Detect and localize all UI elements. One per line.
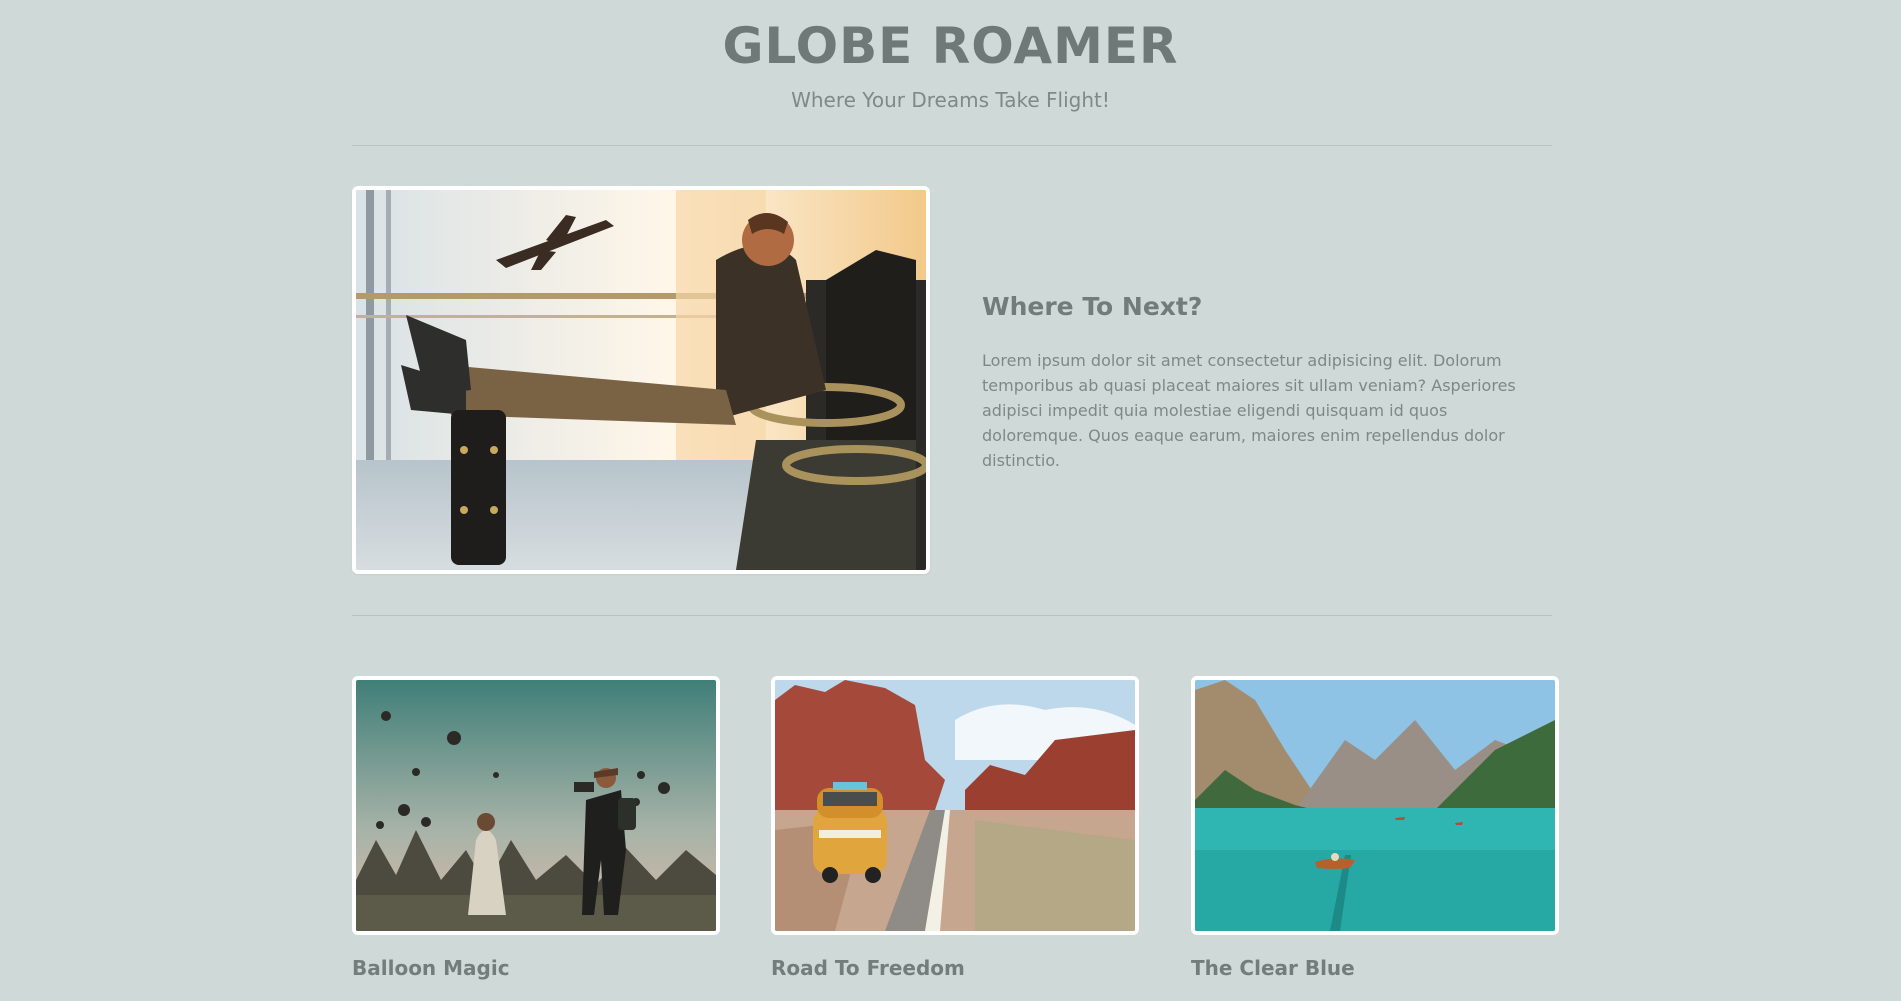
card-title[interactable]: The Clear Blue [1191,935,1559,981]
section-divider [352,615,1552,616]
card-title[interactable]: Balloon Magic [352,935,720,981]
hot-air-balloons-photo-icon [356,680,716,931]
hero-text-block: Where To Next? Lorem ipsum dolor sit ame… [982,292,1542,473]
card-road-to-freedom[interactable]: Road To Freedom [771,676,1139,981]
card-image[interactable] [352,676,720,935]
site-tagline: Where Your Dreams Take Flight! [791,88,1110,112]
site-header: GLOBE ROAMER Where Your Dreams Take Flig… [0,0,1901,112]
card-image[interactable] [1191,676,1559,935]
hero-body-text: Lorem ipsum dolor sit amet consectetur a… [982,351,1516,470]
card-image[interactable] [771,676,1139,935]
card-title[interactable]: Road To Freedom [771,935,1139,981]
desert-road-van-photo-icon [775,680,1135,931]
hero-heading: Where To Next? [982,292,1203,321]
traveler-airport-photo-icon [356,190,926,570]
card-balloon-magic[interactable]: Balloon Magic [352,676,720,981]
top-divider [352,145,1552,146]
card-the-clear-blue[interactable]: The Clear Blue [1191,676,1559,981]
site-title: GLOBE ROAMER [722,17,1179,75]
hero-image [352,186,930,574]
mountain-lake-boat-photo-icon [1195,680,1555,931]
